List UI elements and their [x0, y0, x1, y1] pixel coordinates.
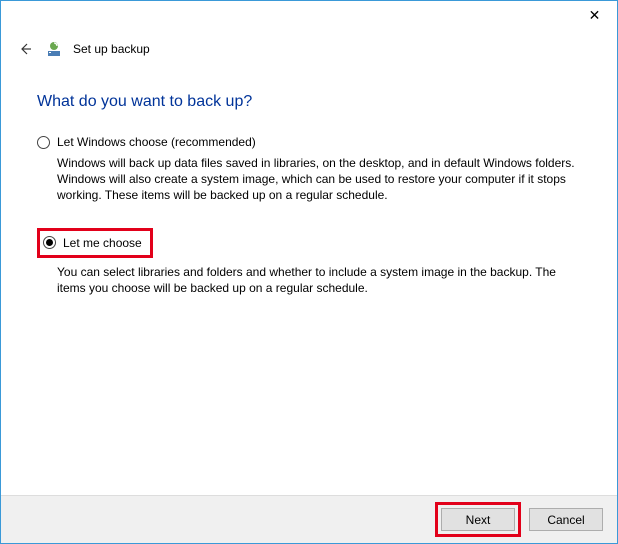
cancel-button[interactable]: Cancel: [529, 508, 603, 531]
close-button[interactable]: ✕: [572, 1, 617, 29]
content-area: What do you want to back up? Let Windows…: [1, 59, 617, 296]
highlight-annotation: Next: [435, 502, 521, 537]
next-button[interactable]: Next: [441, 508, 515, 531]
radio-let-me-choose[interactable]: [43, 236, 56, 249]
wizard-title: Set up backup: [73, 42, 150, 56]
wizard-header: Set up backup: [1, 31, 617, 59]
close-icon: ✕: [589, 7, 601, 24]
radio-let-windows-choose[interactable]: [37, 136, 50, 149]
backup-icon: [45, 40, 63, 58]
back-arrow-icon: [17, 41, 33, 57]
option-label: Let me choose: [63, 236, 142, 250]
option-description: Windows will back up data files saved in…: [37, 155, 577, 204]
page-heading: What do you want to back up?: [37, 93, 581, 111]
option-let-me-choose[interactable]: Let me choose You can select libraries a…: [37, 228, 581, 296]
title-bar: ✕: [1, 1, 617, 31]
option-let-windows-choose[interactable]: Let Windows choose (recommended) Windows…: [37, 135, 581, 204]
highlight-annotation: Let me choose: [37, 228, 153, 258]
footer-bar: Next Cancel: [1, 495, 617, 543]
option-description: You can select libraries and folders and…: [37, 264, 577, 296]
back-button[interactable]: [15, 39, 35, 59]
option-label: Let Windows choose (recommended): [57, 135, 256, 149]
